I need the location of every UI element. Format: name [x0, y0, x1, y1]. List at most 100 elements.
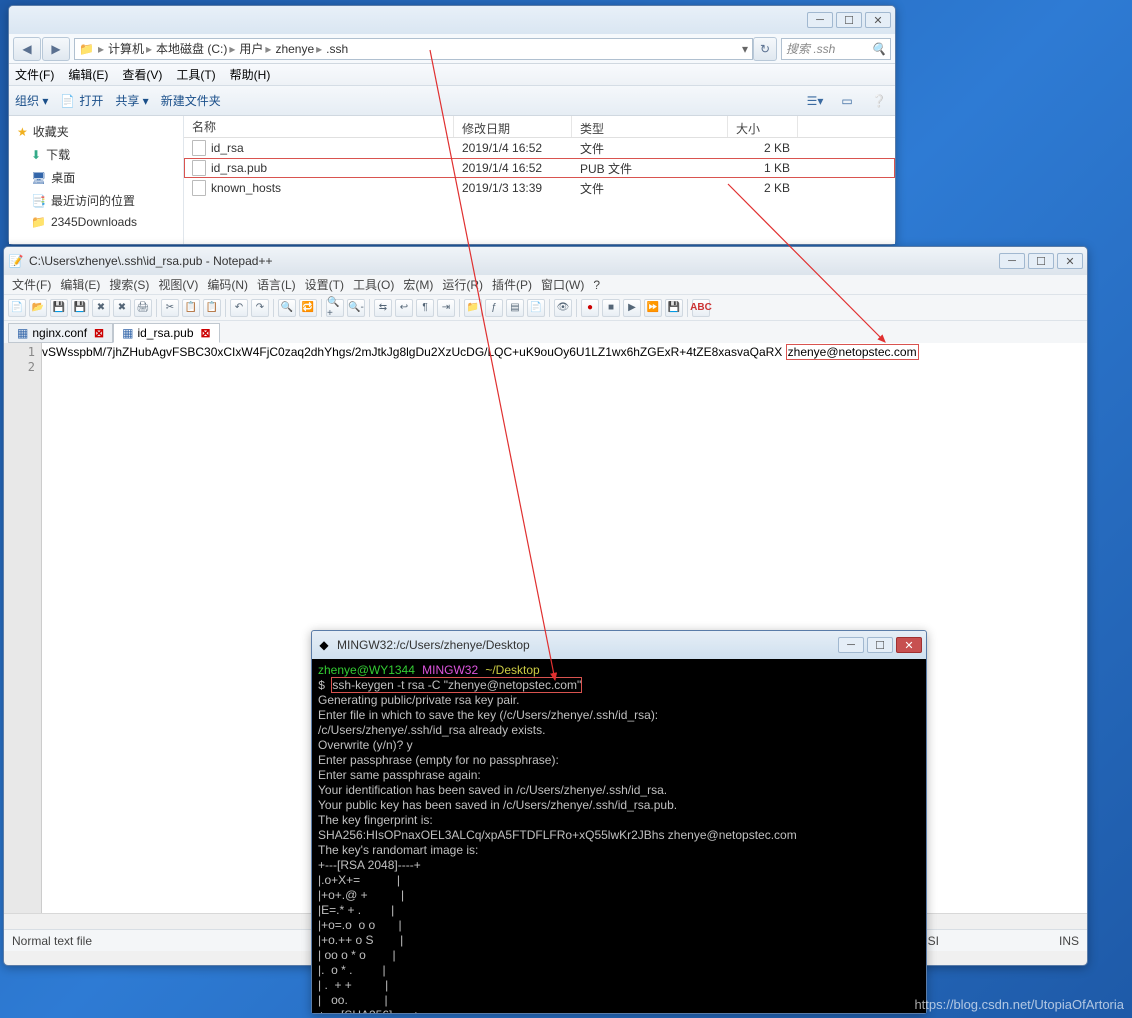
- close-button[interactable]: ✕: [865, 12, 891, 28]
- replace-icon[interactable]: 🔁: [299, 299, 317, 317]
- file-row[interactable]: id_rsa.pub 2019/1/4 16:52 PUB 文件 1 KB: [184, 158, 895, 178]
- share-button[interactable]: 共享 ▾: [115, 92, 148, 109]
- address-bar[interactable]: 📁 ▸ 计算机 ▸ 本地磁盘 (C:) ▸ 用户 ▸ zhenye ▸ .ssh…: [74, 38, 753, 60]
- zoomin-icon[interactable]: 🔍+: [326, 299, 344, 317]
- wordwrap-icon[interactable]: ↩: [395, 299, 413, 317]
- npp-titlebar[interactable]: 📝 C:\Users\zhenye\.ssh\id_rsa.pub - Note…: [4, 247, 1087, 275]
- menu-file[interactable]: 文件(F): [15, 66, 54, 83]
- breadcrumb[interactable]: 计算机: [108, 40, 144, 57]
- search-input[interactable]: 搜索 .ssh 🔍: [781, 38, 891, 60]
- folder-icon: 📁: [31, 215, 46, 229]
- menu-search[interactable]: 搜索(S): [107, 276, 151, 293]
- redo-icon[interactable]: ↷: [251, 299, 269, 317]
- menu-edit[interactable]: 编辑(E): [58, 276, 102, 293]
- find-icon[interactable]: 🔍: [278, 299, 296, 317]
- menu-encoding[interactable]: 编码(N): [205, 276, 250, 293]
- play-icon[interactable]: ▶: [623, 299, 641, 317]
- undo-icon[interactable]: ↶: [230, 299, 248, 317]
- help-icon[interactable]: ❔: [869, 92, 889, 110]
- maximize-button[interactable]: ☐: [836, 12, 862, 28]
- cut-icon[interactable]: ✂: [161, 299, 179, 317]
- menu-plugins[interactable]: 插件(P): [490, 276, 534, 293]
- zoomout-icon[interactable]: 🔍-: [347, 299, 365, 317]
- spellcheck-icon[interactable]: ABC: [692, 299, 710, 317]
- save-icon[interactable]: 💾: [50, 299, 68, 317]
- map-icon[interactable]: ▤: [506, 299, 524, 317]
- menu-tools[interactable]: 工具(T): [176, 66, 215, 83]
- minimize-button[interactable]: ─: [807, 12, 833, 28]
- breadcrumb[interactable]: 本地磁盘 (C:): [156, 40, 227, 57]
- new-folder-button[interactable]: 新建文件夹: [161, 92, 221, 109]
- folder-icon[interactable]: 📁: [464, 299, 482, 317]
- record-icon[interactable]: ●: [581, 299, 599, 317]
- stop-icon[interactable]: ■: [602, 299, 620, 317]
- col-date[interactable]: 修改日期: [454, 116, 572, 137]
- refresh-button[interactable]: ↻: [753, 37, 777, 61]
- term-title: MINGW32:/c/Users/zhenye/Desktop: [337, 638, 838, 652]
- menu-language[interactable]: 语言(L): [255, 276, 298, 293]
- close-tab-icon[interactable]: ⊠: [201, 326, 211, 340]
- notepadpp-icon: 📝: [8, 253, 24, 269]
- col-size[interactable]: 大小: [728, 116, 798, 137]
- maximize-button[interactable]: ☐: [1028, 253, 1054, 269]
- function-icon[interactable]: ƒ: [485, 299, 503, 317]
- breadcrumb[interactable]: zhenye: [275, 42, 314, 56]
- organize-button[interactable]: 组织 ▾: [15, 92, 48, 109]
- menu-tools[interactable]: 工具(O): [351, 276, 396, 293]
- minimize-button[interactable]: ─: [838, 637, 864, 653]
- preview-pane-icon[interactable]: ▭: [837, 92, 857, 110]
- new-icon[interactable]: 📄: [8, 299, 26, 317]
- allchars-icon[interactable]: ¶: [416, 299, 434, 317]
- view-options-icon[interactable]: ☰▾: [805, 92, 825, 110]
- menu-view[interactable]: 视图(V): [156, 276, 200, 293]
- copy-icon[interactable]: 📋: [182, 299, 200, 317]
- savemacro-icon[interactable]: 💾: [665, 299, 683, 317]
- menu-edit[interactable]: 编辑(E): [68, 66, 108, 83]
- doc-icon[interactable]: 📄: [527, 299, 545, 317]
- menu-run[interactable]: 运行(R): [440, 276, 485, 293]
- nav-2345[interactable]: 📁2345Downloads: [9, 212, 183, 232]
- file-row[interactable]: known_hosts 2019/1/3 13:39 文件 2 KB: [184, 178, 895, 198]
- col-name[interactable]: 名称: [184, 116, 454, 137]
- terminal-body[interactable]: zhenye@WY1344 MINGW32 ~/Desktop $ ssh-ke…: [312, 659, 926, 1013]
- paste-icon[interactable]: 📋: [203, 299, 221, 317]
- saveall-icon[interactable]: 💾: [71, 299, 89, 317]
- closeall-icon[interactable]: ✖: [113, 299, 131, 317]
- nav-recent[interactable]: 📑最近访问的位置: [9, 189, 183, 212]
- dropdown-icon[interactable]: ▾: [742, 42, 748, 56]
- close-icon[interactable]: ✖: [92, 299, 110, 317]
- breadcrumb[interactable]: .ssh: [326, 42, 348, 56]
- menu-help[interactable]: ?: [591, 278, 602, 292]
- explorer-titlebar[interactable]: ─ ☐ ✕: [9, 6, 895, 34]
- close-button[interactable]: ✕: [896, 637, 922, 653]
- indent-icon[interactable]: ⇥: [437, 299, 455, 317]
- col-type[interactable]: 类型: [572, 116, 728, 137]
- playmulti-icon[interactable]: ⏩: [644, 299, 662, 317]
- back-button[interactable]: ◀: [13, 37, 41, 61]
- close-tab-icon[interactable]: ⊠: [94, 326, 104, 340]
- menu-view[interactable]: 查看(V): [122, 66, 162, 83]
- nav-desktop[interactable]: 🖥桌面: [9, 166, 183, 189]
- menu-settings[interactable]: 设置(T): [303, 276, 346, 293]
- breadcrumb[interactable]: 用户: [239, 40, 263, 57]
- menu-file[interactable]: 文件(F): [10, 276, 53, 293]
- minimize-button[interactable]: ─: [999, 253, 1025, 269]
- open-icon[interactable]: 📂: [29, 299, 47, 317]
- npp-toolbar: 📄 📂 💾 💾 ✖ ✖ 🖨 ✂ 📋 📋 ↶ ↷ 🔍 🔁 🔍+ 🔍- ⇆ ↩ ¶ …: [4, 295, 1087, 321]
- sync-icon[interactable]: ⇆: [374, 299, 392, 317]
- term-titlebar[interactable]: ◆ MINGW32:/c/Users/zhenye/Desktop ─ ☐ ✕: [312, 631, 926, 659]
- file-row[interactable]: id_rsa 2019/1/4 16:52 文件 2 KB: [184, 138, 895, 158]
- open-button[interactable]: 📄打开: [60, 92, 103, 109]
- forward-button[interactable]: ▶: [42, 37, 70, 61]
- maximize-button[interactable]: ☐: [867, 637, 893, 653]
- tab-nginx-conf[interactable]: ▦nginx.conf⊠: [8, 323, 113, 343]
- nav-downloads[interactable]: ⬇下载: [9, 143, 183, 166]
- menu-window[interactable]: 窗口(W): [539, 276, 586, 293]
- monitor-icon[interactable]: 👁: [554, 299, 572, 317]
- close-button[interactable]: ✕: [1057, 253, 1083, 269]
- print-icon[interactable]: 🖨: [134, 299, 152, 317]
- nav-favorites[interactable]: ★收藏夹: [9, 120, 183, 143]
- menu-help[interactable]: 帮助(H): [230, 66, 271, 83]
- menu-macro[interactable]: 宏(M): [401, 276, 435, 293]
- tab-id-rsa-pub[interactable]: ▦id_rsa.pub⊠: [113, 323, 219, 343]
